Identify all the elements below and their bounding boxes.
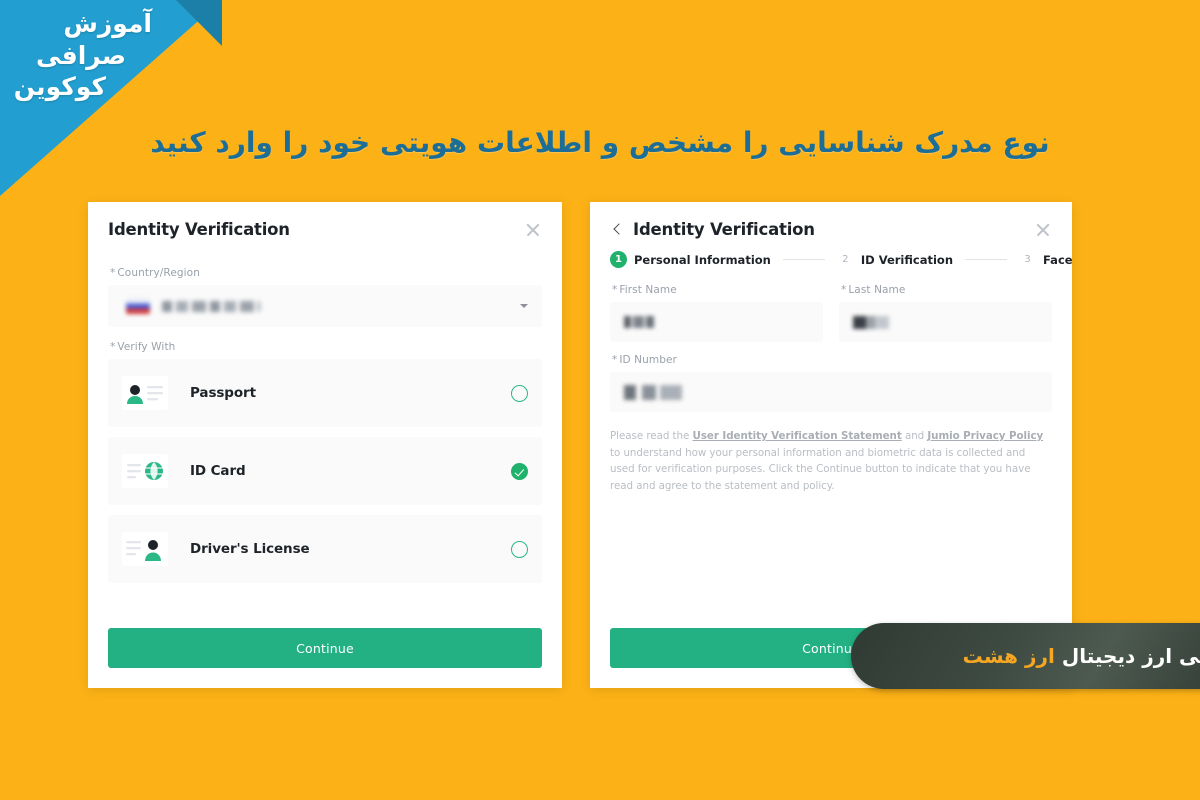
step-personal-information[interactable]: 1 Personal Information — [610, 251, 771, 268]
close-icon[interactable] — [1034, 221, 1052, 239]
legal-part-2: and — [901, 430, 928, 442]
required-star: * — [841, 284, 847, 296]
user-identity-verification-statement-link[interactable]: User Identity Verification Statement — [693, 430, 902, 442]
first-name-group: * First Name — [610, 284, 823, 342]
required-star: * — [612, 284, 618, 296]
left-card-title: Identity Verification — [108, 220, 290, 239]
verify-option-radio[interactable] — [511, 384, 528, 402]
step-number: 1 — [610, 251, 627, 268]
ribbon-fill — [0, 0, 222, 196]
close-icon[interactable] — [524, 221, 542, 239]
verify-option-radio[interactable] — [511, 540, 528, 558]
id-number-row: * ID Number — [590, 354, 1072, 412]
legal-part-3: to understand how your personal informat… — [610, 446, 1031, 493]
right-card-title: Identity Verification — [633, 220, 815, 239]
last-name-label: * Last Name — [841, 284, 1052, 296]
back-chevron-icon[interactable] — [610, 221, 626, 239]
watermark-text: صرافی ارز دیجیتال ارز هشت — [963, 644, 1200, 668]
first-name-value-redacted — [624, 316, 654, 328]
first-name-input[interactable] — [610, 302, 823, 342]
id-number-label-text: ID Number — [619, 354, 677, 366]
verify-with-label-text: Verify With — [117, 341, 176, 353]
last-name-label-text: Last Name — [848, 284, 906, 296]
watermark-main-text: صرافی ارز دیجیتال — [1061, 644, 1200, 668]
verify-option-label: ID Card — [190, 463, 246, 479]
country-region-value-redacted — [162, 300, 260, 312]
required-star: * — [110, 341, 116, 353]
identity-verification-card-step-1: Identity Verification 1 Personal Informa… — [590, 202, 1072, 688]
required-star: * — [110, 267, 116, 279]
country-region-label-text: Country/Region — [117, 267, 200, 279]
id-number-label: * ID Number — [612, 354, 1052, 366]
step-label: Personal Information — [634, 252, 771, 267]
verify-option-drivers-license[interactable]: Driver's License — [108, 515, 542, 583]
watermark-accent-text: ارز هشت — [962, 644, 1055, 668]
continue-button[interactable]: Continue — [108, 628, 542, 668]
drivers-license-icon — [122, 532, 168, 566]
verify-option-id-card[interactable]: ID Card — [108, 437, 542, 505]
last-name-group: * Last Name — [839, 284, 1052, 342]
page-headline: نوع مدرک شناسایی را مشخص و اطلاعات هویتی… — [150, 126, 1050, 159]
step-connector — [965, 259, 1007, 260]
left-card-body: *Country/Region *Verify With Passport — [88, 245, 562, 583]
jumio-privacy-policy-link[interactable]: Jumio Privacy Policy — [927, 430, 1043, 442]
corner-ribbon: آموزش صرافی کوکوین — [0, 0, 222, 196]
country-region-select[interactable] — [108, 285, 542, 327]
step-connector — [782, 259, 825, 260]
ribbon-line-3: کوکوین — [13, 72, 107, 101]
country-flag-icon — [126, 298, 150, 314]
identity-verification-card-step-0: Identity Verification * Country/Region * V… — [88, 202, 562, 688]
ribbon-text: آموزش صرافی کوکوین — [6, 8, 153, 103]
left-card-header: Identity Verification — [88, 202, 562, 245]
last-name-input[interactable] — [839, 302, 1052, 342]
step-id-verification[interactable]: 2 ID Verification — [837, 251, 953, 268]
verify-option-label: Driver's License — [190, 541, 310, 557]
required-star: * — [612, 354, 618, 366]
step-label: ID Verification — [860, 252, 953, 267]
verify-option-passport[interactable]: Passport — [108, 359, 542, 427]
right-card-header: Identity Verification — [590, 202, 1072, 245]
verify-with-label: * Verify With — [110, 341, 542, 353]
ribbon-line-2: صرافی — [36, 40, 126, 70]
last-name-value-redacted — [853, 315, 889, 329]
ribbon-fold-tab — [176, 0, 222, 46]
verification-stepper: 1 Personal Information 2 ID Verification… — [590, 245, 1072, 270]
step-number: 3 — [1024, 254, 1031, 265]
step-face-verification[interactable]: 3 Face Verification — [1019, 251, 1072, 268]
step-number: 2 — [842, 254, 849, 265]
watermark-badge: صرافی ارز دیجیتال ارز هشت — [851, 623, 1200, 689]
passport-icon — [122, 376, 168, 410]
legal-disclaimer: Please read the User Identity Verificati… — [590, 412, 1072, 495]
first-name-label: * First Name — [612, 284, 823, 296]
id-number-group: * ID Number — [610, 354, 1052, 412]
id-number-value-redacted — [624, 384, 682, 400]
chevron-down-icon — [520, 304, 528, 308]
id-card-icon — [122, 454, 168, 488]
legal-part-1: Please read the — [610, 430, 693, 442]
first-name-label-text: First Name — [619, 284, 677, 296]
name-fields-row: * First Name * Last Name — [590, 284, 1072, 342]
country-region-label: * Country/Region — [110, 267, 542, 279]
ribbon-line-1: آموزش — [63, 9, 152, 38]
verify-option-radio-selected[interactable] — [511, 462, 528, 480]
id-number-input[interactable] — [610, 372, 1052, 412]
step-label: Face Verification — [1043, 252, 1072, 267]
verify-option-label: Passport — [190, 385, 256, 401]
